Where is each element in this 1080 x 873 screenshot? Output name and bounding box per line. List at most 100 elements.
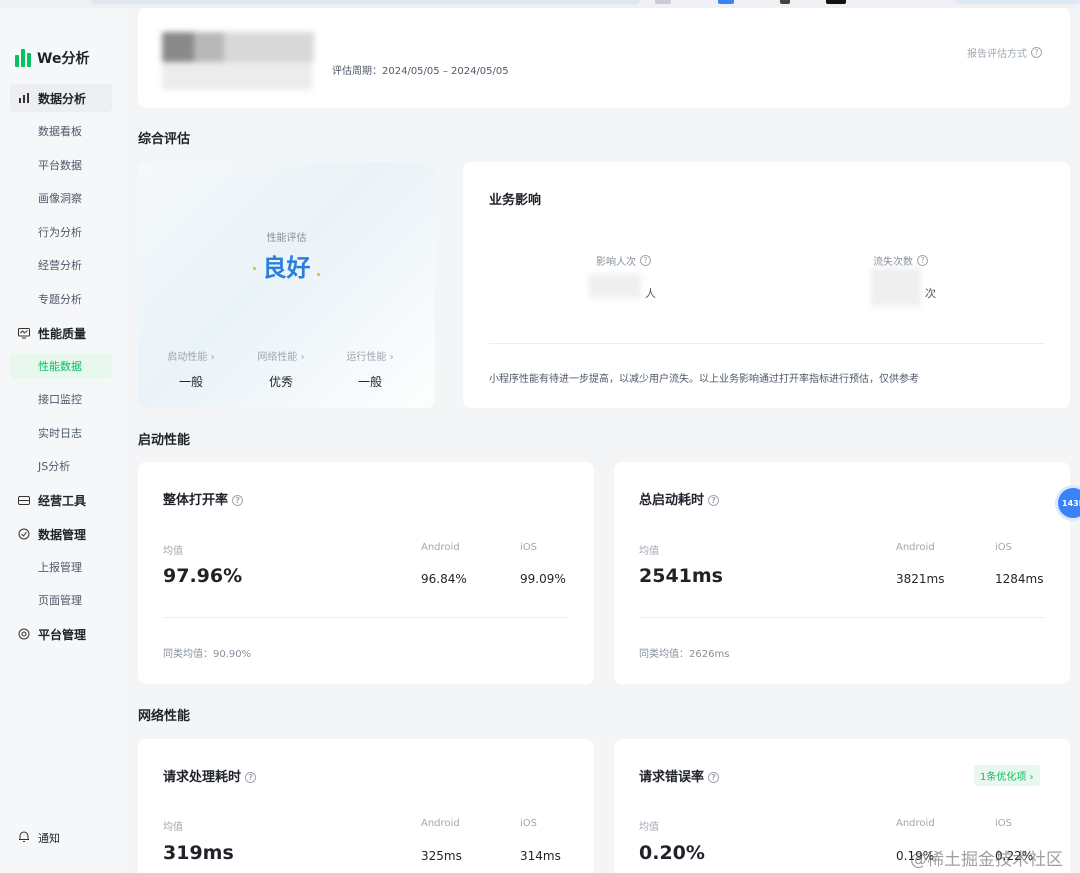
impact-note: 小程序性能有待进一步提高，以减少用户流失。以上业务影响通过打开率指标进行预估，仅…	[489, 374, 919, 385]
avg-value: 97.96%	[163, 565, 243, 587]
request-time-card: 请求处理耗时? 均值 319ms Android 325ms iOS 314ms	[138, 739, 594, 873]
section-title-startup: 启动性能	[138, 433, 191, 448]
toolbar-icon[interactable]	[655, 0, 671, 4]
peer-average: 同类均值：90.90%	[163, 649, 252, 660]
address-bar[interactable]	[90, 0, 640, 4]
business-impact-card: 业务影响 影响人次? 人 流失次数? 次 小程序性能有待进一步提高，以减少用户流…	[463, 162, 1070, 408]
android-value: 3821ms	[896, 572, 945, 586]
metric-title-text: 请求错误率	[639, 770, 705, 785]
sidebar-item-behavior[interactable]: 行为分析	[10, 219, 112, 245]
sidebar-item-realtime-log[interactable]: 实时日志	[10, 420, 112, 446]
sub-eval-startup[interactable]: 启动性能 › 一般	[146, 348, 236, 390]
android-value: 96.84%	[421, 572, 467, 586]
sub-eval-network[interactable]: 网络性能 › 优秀	[236, 348, 326, 390]
help-icon[interactable]: ?	[1031, 47, 1042, 58]
sub-eval-value: 优秀	[268, 375, 293, 389]
churn-unit: 次	[925, 287, 936, 300]
sidebar-item-dashboard[interactable]: 数据看板	[10, 118, 112, 144]
sidebar-item-platform-data[interactable]: 平台数据	[10, 152, 112, 178]
ios-label: iOS	[520, 542, 537, 553]
divider	[639, 617, 1044, 618]
churn-label-text: 流失次数	[873, 257, 913, 268]
metric-title: 整体打开率?	[163, 489, 244, 508]
sub-eval-value: 一般	[178, 375, 203, 389]
divider	[489, 343, 1044, 344]
sparkle-icon	[317, 273, 320, 276]
performance-evaluation-card: 性能评估 良好 启动性能 › 一般 网络性能 › 优秀 运行性能 › 一般	[138, 162, 435, 408]
help-icon[interactable]: ?	[245, 772, 257, 783]
browser-top-strip	[0, 0, 1080, 8]
app-avatar-redacted	[162, 22, 314, 90]
nav-group-label: 平台管理	[38, 627, 87, 642]
toolbar-icon[interactable]	[718, 0, 734, 4]
ios-value: 1284ms	[995, 572, 1044, 586]
metric-title-text: 整体打开率	[163, 493, 229, 508]
metric-title-text: 总启动耗时	[639, 493, 705, 508]
avg-label: 均值	[163, 546, 183, 557]
help-icon[interactable]: ?	[708, 772, 720, 783]
nav-group-data-management[interactable]: 数据管理	[10, 520, 112, 548]
avg-label: 均值	[163, 822, 183, 833]
ios-label: iOS	[995, 542, 1012, 553]
nav-group-label: 数据分析	[38, 91, 87, 106]
affected-unit: 人	[645, 287, 656, 300]
gear-icon	[18, 628, 30, 640]
nav-group-data-analysis[interactable]: 数据分析	[10, 84, 112, 112]
android-value: 325ms	[421, 849, 462, 863]
sidebar-item-portrait[interactable]: 画像洞察	[10, 185, 112, 211]
sidebar-item-report-management[interactable]: 上报管理	[10, 554, 112, 580]
affected-users-label: 影响人次?	[596, 253, 651, 268]
sidebar-item-page-management[interactable]: 页面管理	[10, 587, 112, 613]
ios-value: 99.09%	[520, 572, 566, 586]
metric-title-text: 请求处理耗时	[163, 770, 242, 785]
nav-group-label: 数据管理	[38, 527, 87, 542]
churn-value-redacted	[871, 268, 921, 306]
toolbar-icon[interactable]	[780, 0, 790, 4]
optimization-badge[interactable]: 1条优化项 ›	[974, 765, 1040, 786]
evaluation-period: 评估周期：2024/05/05 – 2024/05/05	[332, 66, 509, 77]
ios-label: iOS	[995, 818, 1012, 829]
ios-value: 314ms	[520, 849, 561, 863]
database-icon	[18, 528, 30, 540]
notification-entry[interactable]: 通知	[18, 830, 60, 846]
toolbar-icon[interactable]	[826, 0, 846, 4]
help-icon[interactable]: ?	[640, 255, 651, 266]
nav-group-platform-management[interactable]: 平台管理	[10, 620, 112, 648]
android-label: Android	[421, 542, 460, 553]
eval-result: 良好	[262, 254, 311, 282]
avg-value: 319ms	[163, 842, 234, 864]
sidebar-item-js-analysis[interactable]: JS分析	[10, 453, 112, 479]
floating-counter-badge[interactable]: 143K	[1058, 488, 1080, 518]
section-title-network: 网络性能	[138, 709, 191, 724]
sidebar-item-topic[interactable]: 专题分析	[10, 286, 112, 312]
help-icon[interactable]: ?	[232, 495, 244, 506]
logo-icon	[15, 49, 31, 67]
monitor-icon	[18, 327, 30, 339]
avg-value: 0.20%	[639, 842, 705, 864]
bell-icon	[18, 830, 30, 846]
android-label: Android	[896, 818, 935, 829]
launch-time-card: 总启动耗时? 均值 2541ms Android 3821ms iOS 1284…	[614, 462, 1070, 684]
sub-eval-label: 运行性能	[346, 352, 387, 363]
nav-group-performance[interactable]: 性能质量	[10, 319, 112, 347]
help-icon[interactable]: ?	[708, 495, 720, 506]
nav-group-business-tools[interactable]: 经营工具	[10, 486, 112, 514]
sidebar-item-api-monitor[interactable]: 接口监控	[10, 386, 112, 412]
sparkle-icon	[253, 267, 256, 270]
watermark: @稀土掘金技术社区	[910, 850, 1063, 870]
sidebar-item-performance-data[interactable]: 性能数据	[10, 353, 112, 379]
sidebar-item-business[interactable]: 经营分析	[10, 252, 112, 278]
help-icon[interactable]: ?	[917, 255, 928, 266]
logo-text: We分析	[37, 51, 90, 67]
report-method-link[interactable]: 报告评估方式 ?	[967, 45, 1042, 60]
metric-title: 总启动耗时?	[639, 489, 720, 508]
toolbar-pill[interactable]	[955, 0, 1080, 4]
report-method-label: 报告评估方式	[967, 49, 1027, 60]
avg-label: 均值	[639, 822, 659, 833]
impact-title: 业务影响	[489, 193, 542, 208]
section-title-overall: 综合评估	[138, 132, 191, 147]
sub-eval-runtime[interactable]: 运行性能 › 一般	[325, 348, 415, 390]
bar-chart-icon	[18, 92, 30, 104]
affected-users-value-redacted	[589, 274, 641, 298]
app-logo[interactable]: We分析	[15, 48, 89, 68]
